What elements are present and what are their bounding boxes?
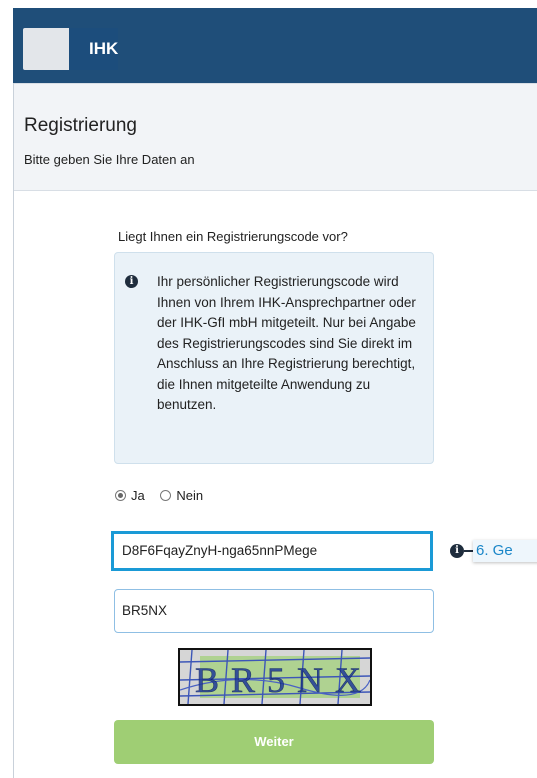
radio-ja-circle[interactable] bbox=[115, 490, 126, 501]
registration-code-question: Liegt Ihnen ein Registrierungscode vor? bbox=[118, 229, 348, 244]
radio-ja[interactable]: Ja bbox=[115, 488, 145, 503]
weiter-button[interactable]: Weiter bbox=[114, 720, 434, 764]
hint-label: 6. Ge bbox=[473, 540, 537, 562]
radio-nein[interactable]: Nein bbox=[160, 488, 203, 503]
page-subtitle: Bitte geben Sie Ihre Daten an bbox=[24, 152, 195, 167]
radio-ja-label: Ja bbox=[131, 488, 145, 503]
logo-text: IHK bbox=[89, 39, 119, 58]
title-panel: Registrierung Bitte geben Sie Ihre Daten… bbox=[14, 83, 537, 191]
radio-nein-circle[interactable] bbox=[160, 490, 172, 501]
code-radio-group: Ja Nein bbox=[115, 488, 215, 503]
page-title: Registrierung bbox=[24, 115, 137, 136]
radio-nein-label: Nein bbox=[176, 488, 204, 503]
info-icon: i bbox=[125, 275, 138, 288]
app-header: IHK bbox=[13, 8, 537, 83]
info-text: Ihr persönlicher Registrierungscode wird… bbox=[157, 274, 416, 412]
logo-white-block bbox=[23, 28, 73, 70]
captcha-input[interactable]: BR5NX bbox=[114, 589, 434, 633]
hint-connector bbox=[464, 550, 473, 552]
captcha-image-text: BR5NX bbox=[195, 660, 370, 700]
registration-code-input[interactable]: D8F6FqayZnyH-nga65nnPMege bbox=[111, 531, 433, 571]
captcha-image: BR5NX bbox=[178, 648, 372, 706]
ihk-logo[interactable]: IHK bbox=[23, 28, 118, 70]
hint-info-icon[interactable]: i bbox=[450, 544, 464, 558]
info-box: i Ihr persönlicher Registrierungscode wi… bbox=[114, 252, 434, 464]
